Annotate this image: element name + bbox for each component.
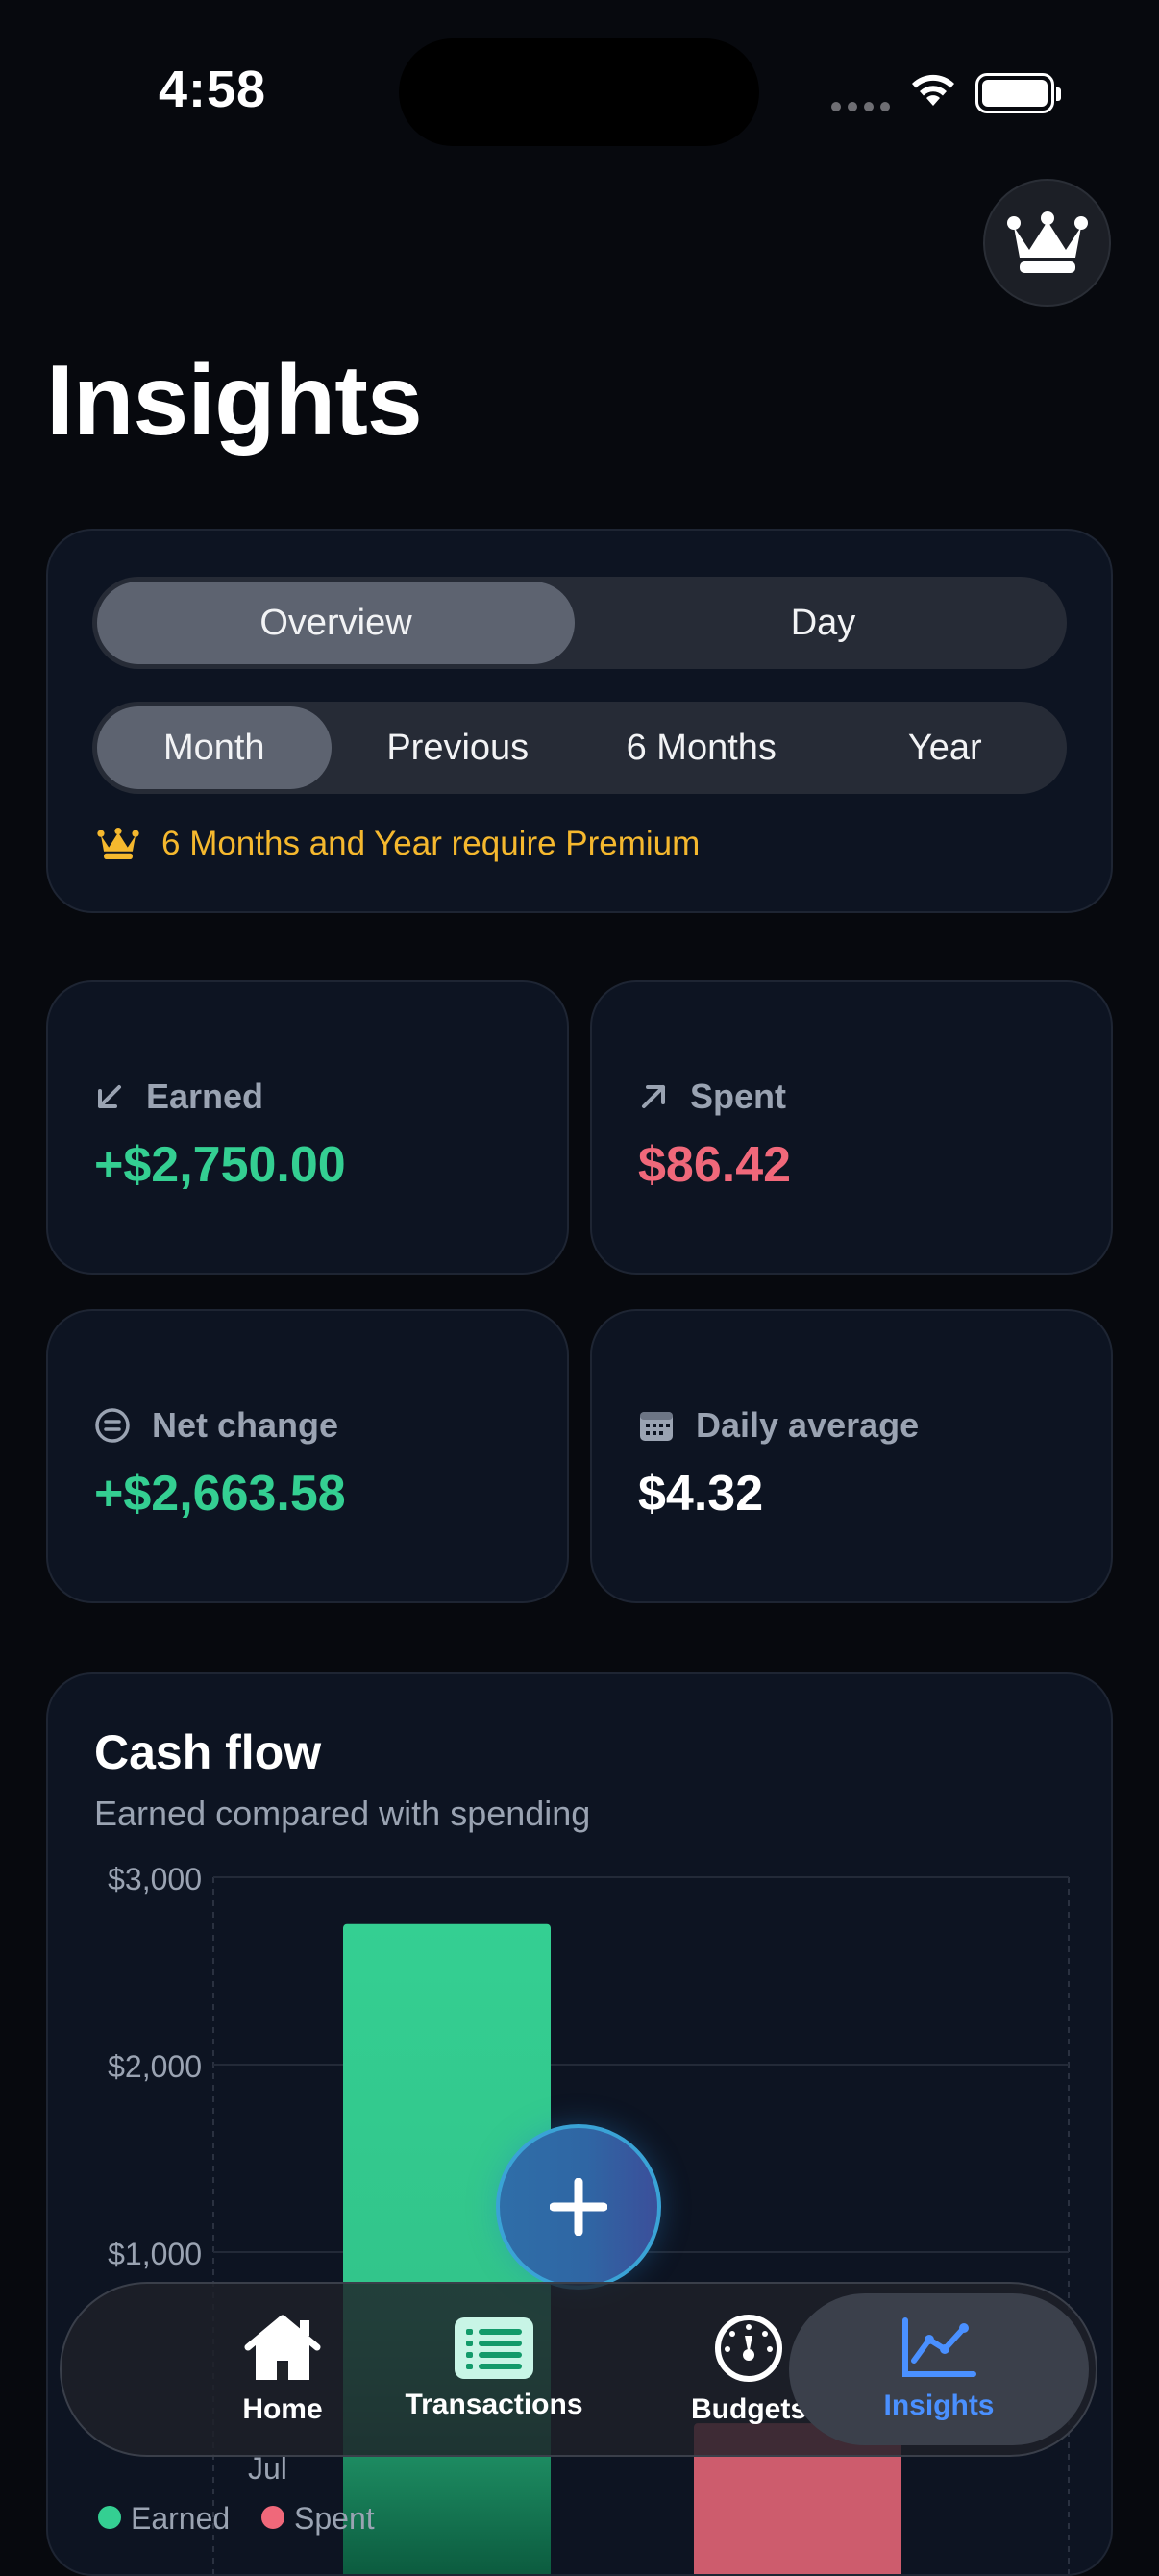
arrow-down-left-icon [98, 1085, 121, 1108]
net-change-card[interactable]: Net change +$2,663.58 [46, 1309, 569, 1603]
tab-insights[interactable]: Insights [789, 2293, 1089, 2445]
daily-average-card[interactable]: Daily average $4.32 [590, 1309, 1113, 1603]
tab-insights-label: Insights [883, 2390, 995, 2421]
page-title: Insights [46, 345, 423, 457]
dynamic-island [399, 38, 759, 146]
cash-flow-title: Cash flow [94, 1725, 322, 1779]
range-segmented-control: Month Previous 6 Months Year [92, 702, 1067, 794]
view-segmented-control: Overview Day [92, 577, 1067, 669]
segment-month[interactable]: Month [97, 706, 332, 789]
spent-card[interactable]: Spent $86.42 [590, 980, 1113, 1275]
tab-transactions-label: Transactions [405, 2389, 583, 2420]
plus-icon [550, 2178, 607, 2236]
cash-flow-subtitle: Earned compared with spending [94, 1794, 591, 1833]
spent-value: $86.42 [638, 1137, 792, 1193]
earned-value: +$2,750.00 [94, 1137, 346, 1193]
daily-average-label: Daily average [696, 1405, 920, 1445]
chart-line-icon [902, 2317, 976, 2377]
tab-bar: Home Transactions Budgets Insights [60, 2282, 1097, 2457]
y-tick-label: $1,000 [108, 2237, 202, 2271]
list-icon [455, 2317, 533, 2379]
equal-circle-icon [95, 1408, 130, 1443]
gauge-icon [715, 2315, 782, 2382]
premium-crown-button[interactable] [983, 179, 1111, 307]
crown-icon [1006, 211, 1088, 273]
net-change-value: +$2,663.58 [94, 1466, 346, 1522]
crown-icon [97, 828, 139, 859]
earned-card[interactable]: Earned +$2,750.00 [46, 980, 569, 1275]
wifi-icon [912, 74, 954, 106]
daily-average-value: $4.32 [638, 1466, 764, 1522]
house-icon [244, 2315, 321, 2380]
legend-label: Spent [294, 2501, 375, 2536]
cellular-signal-icon [831, 102, 890, 111]
segment-day[interactable]: Day [584, 582, 1062, 664]
tab-home-label: Home [242, 2393, 323, 2425]
legend-label: Earned [131, 2501, 230, 2536]
spent-label: Spent [690, 1077, 787, 1116]
y-tick-label: $3,000 [108, 1862, 202, 1896]
add-transaction-button[interactable] [496, 2124, 661, 2290]
legend-swatch [261, 2506, 284, 2529]
period-selector-card: Overview Day Month Previous 6 Months Yea… [46, 529, 1113, 913]
tab-budgets-label: Budgets [691, 2393, 806, 2425]
battery-icon [975, 73, 1061, 113]
calendar-icon [640, 1412, 673, 1441]
premium-note-text: 6 Months and Year require Premium [161, 825, 701, 862]
premium-note[interactable]: 6 Months and Year require Premium [96, 825, 700, 863]
segment-previous[interactable]: Previous [341, 706, 576, 789]
arrow-up-right-icon [642, 1085, 665, 1108]
segment-6-months[interactable]: 6 Months [584, 706, 819, 789]
y-tick-label: $2,000 [108, 2049, 202, 2084]
segment-overview[interactable]: Overview [97, 582, 575, 664]
segment-year[interactable]: Year [828, 706, 1063, 789]
earned-label: Earned [146, 1077, 264, 1116]
legend-swatch [98, 2506, 121, 2529]
tab-transactions[interactable]: Transactions [350, 2284, 638, 2455]
net-change-label: Net change [152, 1405, 339, 1445]
status-time: 4:58 [159, 61, 267, 118]
